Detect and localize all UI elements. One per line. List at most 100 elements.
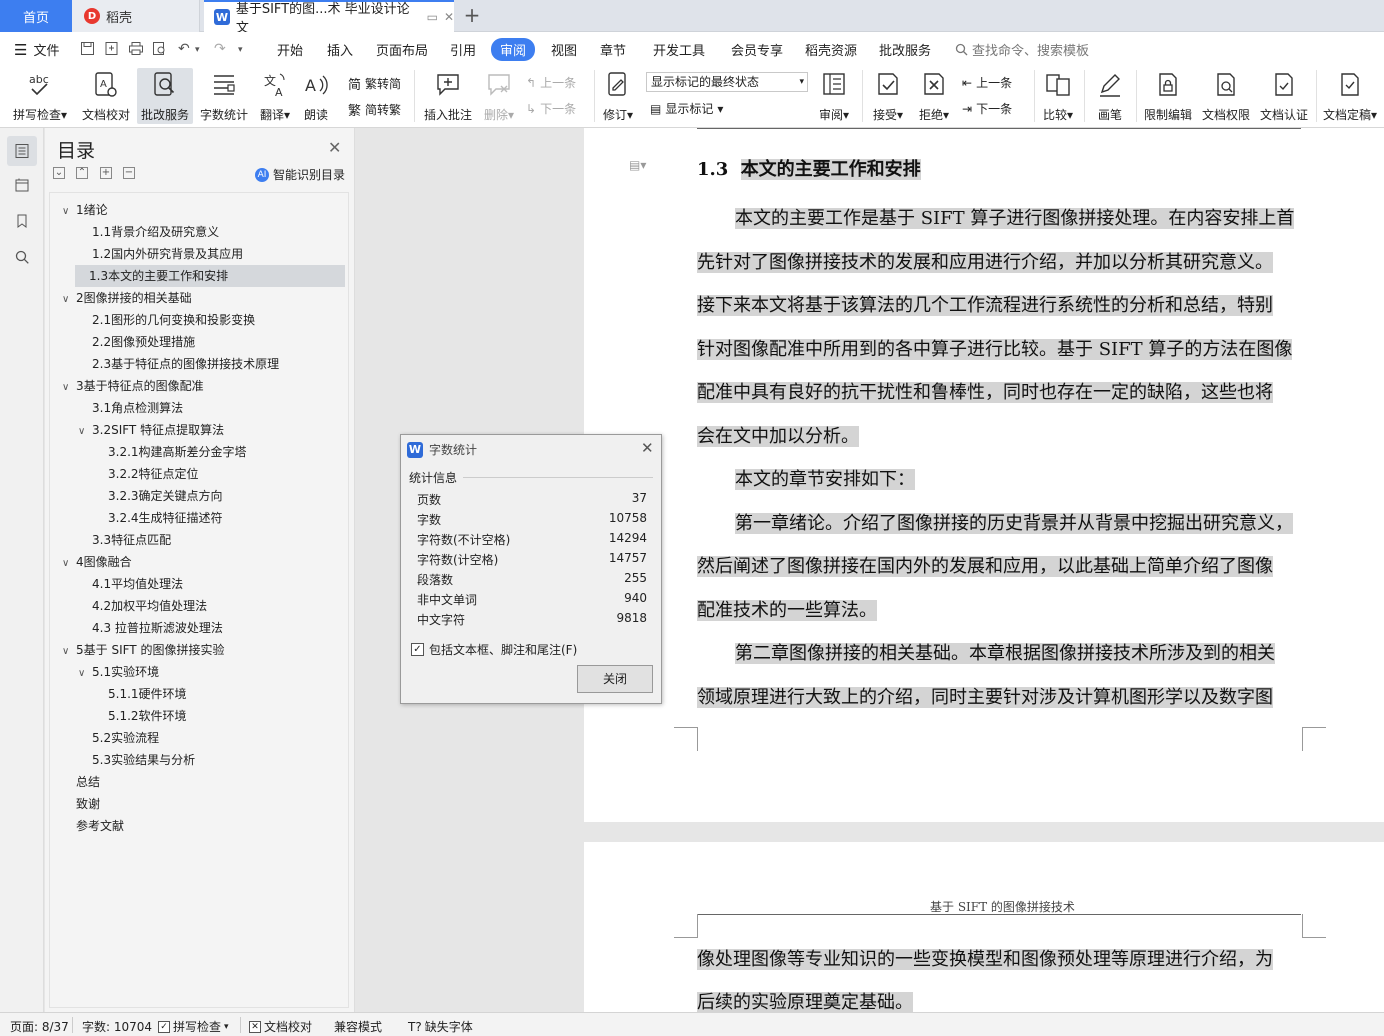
menu-member[interactable]: 会员专享 bbox=[731, 40, 783, 59]
word-count-button[interactable]: 字数统计 bbox=[197, 68, 251, 124]
toc-item[interactable]: 5.1.2软件环境 bbox=[94, 705, 187, 727]
toc-item[interactable]: ∨ 1绪论 bbox=[62, 199, 108, 221]
spell-check-button[interactable]: abc 拼写检查▾ bbox=[8, 68, 72, 124]
doc-finalize-button[interactable]: 文档定稿▾ bbox=[1320, 68, 1380, 124]
markup-mode-select[interactable]: 显示标记的最终状态 ▾ bbox=[646, 72, 808, 92]
toc-item[interactable]: ∨ 5基于 SIFT 的图像拼接实验 bbox=[62, 639, 224, 661]
smart-toc-button[interactable]: AI 智能识别目录 bbox=[255, 166, 345, 183]
menu-review-service[interactable]: 批改服务 bbox=[879, 40, 931, 59]
toc-item[interactable]: 3.2.2特征点定位 bbox=[94, 463, 199, 485]
trad-to-simp-button[interactable]: 简繁转简 bbox=[348, 74, 401, 93]
insert-comment-button[interactable]: 插入批注 bbox=[420, 68, 476, 124]
toc-item[interactable]: 3.2.4生成特征描述符 bbox=[94, 507, 223, 529]
menu-view[interactable]: 视图 bbox=[551, 40, 577, 59]
print-icon[interactable] bbox=[128, 41, 144, 60]
include-textbox-checkbox[interactable]: ✓ 包括文本框、脚注和尾注(F) bbox=[411, 641, 577, 658]
new-tab-button[interactable]: + bbox=[462, 4, 482, 26]
menu-review[interactable]: 审阅 bbox=[491, 38, 536, 61]
tab-document[interactable]: W 基于SIFT的图...术 毕业设计论文 ▭ ✕ bbox=[204, 0, 454, 36]
pen-button[interactable]: 画笔 bbox=[1090, 68, 1130, 124]
toc-item[interactable]: 致谢 bbox=[62, 793, 100, 815]
menu-chapter[interactable]: 章节 bbox=[600, 40, 626, 59]
chevron-down-icon[interactable]: ∨ bbox=[62, 201, 76, 223]
export-pdf-icon[interactable] bbox=[104, 41, 119, 60]
next-change-button[interactable]: ⇥ 下一条 bbox=[962, 100, 1012, 117]
show-markup-button[interactable]: ▤ 显示标记 ▾ bbox=[650, 100, 723, 117]
restrict-edit-button[interactable]: 限制编辑 bbox=[1140, 68, 1196, 124]
toc-item[interactable]: 2.1图形的几何变换和投影变换 bbox=[78, 309, 255, 331]
toc-item[interactable]: 4.2加权平均值处理法 bbox=[78, 595, 207, 617]
toc-item[interactable]: 3.3特征点匹配 bbox=[78, 529, 171, 551]
toc-item[interactable]: 2.3基于特征点的图像拼接技术原理 bbox=[78, 353, 279, 375]
tab-daoke[interactable]: D 稻壳 bbox=[72, 0, 200, 32]
toc-item[interactable]: 1.2国内外研究背景及其应用 bbox=[78, 243, 243, 265]
compare-button[interactable]: 比较▾ bbox=[1038, 68, 1078, 124]
menu-start[interactable]: 开始 bbox=[277, 40, 303, 59]
file-menu[interactable]: ☰ 文件 bbox=[14, 40, 59, 60]
doc-proof-button[interactable]: A 文档校对 bbox=[76, 68, 136, 124]
toc-item[interactable]: ∨ 3基于特征点的图像配准 bbox=[62, 375, 204, 397]
accept-button[interactable]: 接受▾ bbox=[868, 68, 908, 124]
chevron-down-icon[interactable]: ∨ bbox=[78, 663, 92, 685]
prev-comment-button[interactable]: ↰ 上一条 bbox=[526, 74, 576, 91]
reject-button[interactable]: 拒绝▾ bbox=[914, 68, 954, 124]
toc-item[interactable]: 1.3本文的主要工作和安排 bbox=[75, 265, 345, 287]
chevron-down-icon[interactable]: ∨ bbox=[62, 553, 76, 575]
simp-to-trad-button[interactable]: 繁简转繁 bbox=[348, 100, 401, 119]
missing-font-button[interactable]: T? 缺失字体 bbox=[408, 1018, 473, 1035]
translate-button[interactable]: 文A 翻译▾ bbox=[255, 68, 295, 124]
read-aloud-button[interactable]: A 朗读 bbox=[298, 68, 334, 124]
chevron-down-icon[interactable]: ∨ bbox=[62, 377, 76, 399]
restore-tab-icon[interactable]: ▭ bbox=[427, 10, 438, 24]
menu-developer[interactable]: 开发工具 bbox=[653, 40, 705, 59]
close-tab-icon[interactable]: ✕ bbox=[444, 10, 454, 24]
quick-access-dropdown-icon[interactable]: ▾ bbox=[238, 45, 243, 55]
toc-item[interactable]: 4.1平均值处理法 bbox=[78, 573, 183, 595]
toc-item[interactable]: ∨ 3.2SIFT 特征点提取算法 bbox=[78, 419, 224, 441]
toc-item[interactable]: 3.2.3确定关键点方向 bbox=[94, 485, 223, 507]
menu-page-layout[interactable]: 页面布局 bbox=[376, 40, 428, 59]
toc-item[interactable]: 总结 bbox=[62, 771, 100, 793]
collapse-all-icon[interactable]: − bbox=[123, 167, 135, 179]
toc-item[interactable]: 3.1角点检测算法 bbox=[78, 397, 183, 419]
toc-item[interactable]: 2.2图像预处理措施 bbox=[78, 331, 195, 353]
menu-daoke-resources[interactable]: 稻壳资源 bbox=[805, 40, 857, 59]
review-pane-button[interactable]: 审阅▾ bbox=[814, 68, 854, 124]
menu-insert[interactable]: 插入 bbox=[327, 40, 353, 59]
doc-permission-button[interactable]: 文档权限 bbox=[1198, 68, 1254, 124]
chapter-nav-icon[interactable] bbox=[7, 170, 37, 200]
spell-check-toggle[interactable]: ✓ 拼写检查 ▾ bbox=[158, 1018, 229, 1035]
toc-item[interactable]: 3.2.1构建高斯差分金字塔 bbox=[94, 441, 247, 463]
toc-item[interactable]: 参考文献 bbox=[62, 815, 124, 837]
prev-change-button[interactable]: ⇤ 上一条 bbox=[962, 74, 1012, 91]
redo-icon[interactable]: ↷ bbox=[214, 41, 226, 57]
toc-item[interactable]: ∨ 2图像拼接的相关基础 bbox=[62, 287, 192, 309]
search-icon[interactable] bbox=[7, 242, 37, 272]
doc-certify-button[interactable]: 文档认证 bbox=[1256, 68, 1312, 124]
toc-item[interactable]: ∨ 5.1实验环境 bbox=[78, 661, 159, 683]
menu-reference[interactable]: 引用 bbox=[450, 40, 476, 59]
doc-proof-status[interactable]: ✕ 文档校对 bbox=[249, 1018, 312, 1035]
undo-dropdown-icon[interactable]: ▾ bbox=[195, 45, 200, 55]
print-preview-icon[interactable] bbox=[152, 41, 167, 60]
page-indicator[interactable]: 页面: 8/37 bbox=[10, 1018, 69, 1035]
next-comment-button[interactable]: ↳ 下一条 bbox=[526, 100, 576, 117]
track-changes-button[interactable]: 修订▾ bbox=[598, 68, 638, 124]
paragraph-options-icon[interactable]: ▤▾ bbox=[629, 158, 646, 172]
close-button[interactable]: 关闭 bbox=[577, 665, 653, 693]
toc-item[interactable]: 1.1背景介绍及研究意义 bbox=[78, 221, 219, 243]
toc-item[interactable]: ∨ 4图像融合 bbox=[62, 551, 132, 573]
toc-item[interactable]: 4.3 拉普拉斯滤波处理法 bbox=[78, 617, 223, 639]
collapse-level-icon[interactable]: ⌄ bbox=[53, 167, 65, 179]
close-icon[interactable]: ✕ bbox=[641, 439, 654, 457]
expand-level-icon[interactable]: ⌃ bbox=[76, 167, 88, 179]
toc-item[interactable]: 5.3实验结果与分析 bbox=[78, 749, 195, 771]
expand-all-icon[interactable]: + bbox=[100, 167, 112, 179]
review-service-button[interactable]: 批改服务 bbox=[137, 68, 193, 124]
save-icon[interactable] bbox=[80, 41, 95, 60]
chevron-down-icon[interactable]: ∨ bbox=[78, 421, 92, 443]
toc-pane-icon[interactable] bbox=[7, 136, 37, 166]
command-search[interactable]: 查找命令、搜索模板 bbox=[955, 40, 1089, 59]
close-icon[interactable]: ✕ bbox=[328, 138, 341, 157]
delete-comment-button[interactable]: 删除▾ bbox=[480, 68, 518, 124]
